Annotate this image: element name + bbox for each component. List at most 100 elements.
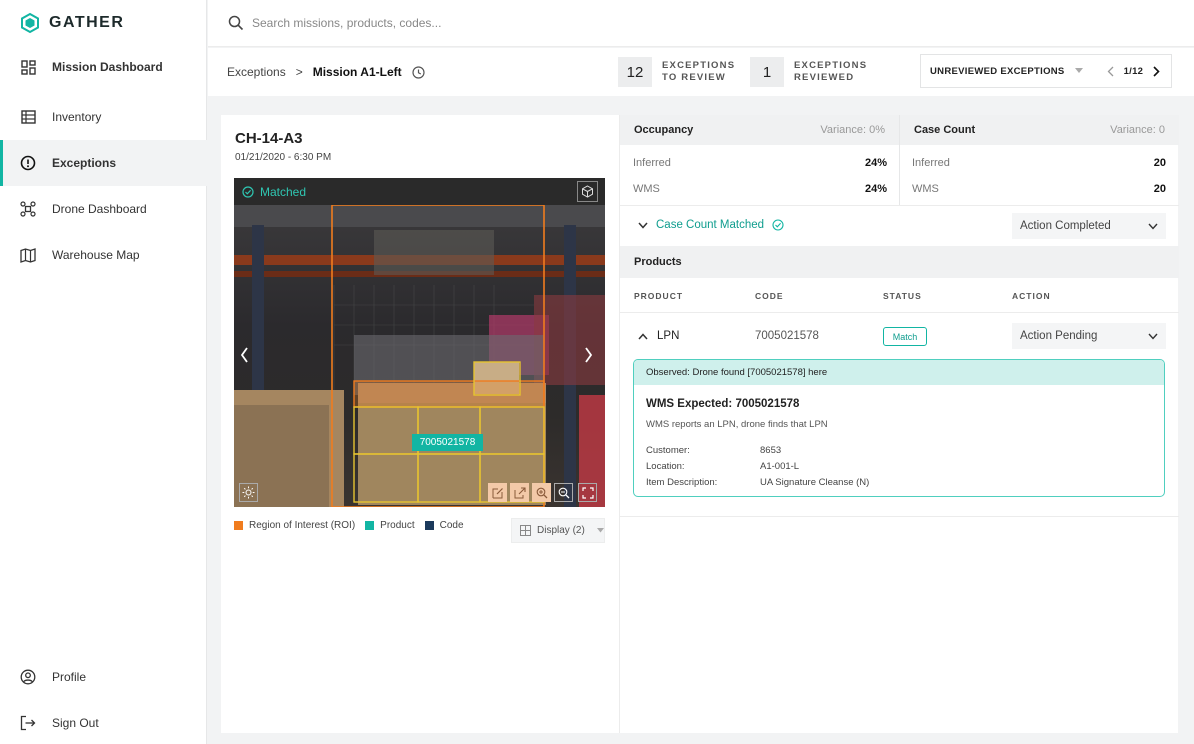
sidebar-item-label: Exceptions [52, 156, 117, 170]
display-dropdown[interactable]: Display (2) [511, 518, 605, 543]
warehouse-photo: 7005021578 [234, 204, 605, 507]
search-input[interactable]: Search missions, products, codes... [252, 16, 441, 30]
zoom-in-icon [536, 487, 547, 498]
caret-down-icon [596, 528, 604, 533]
column-header-product: PRODUCT [634, 291, 684, 301]
case-count-wms-value: 20 [1153, 183, 1166, 195]
occupancy-header: Occupancy Variance: 0% [620, 115, 899, 145]
legend-code: Code [439, 520, 464, 531]
legend-product: Product [380, 520, 415, 531]
case-count-action-select[interactable]: Action Completed [1012, 213, 1166, 239]
check-circle-icon [242, 185, 254, 198]
brand-name: GATHER [49, 14, 125, 31]
photo-scene [234, 204, 605, 507]
case-count-wms-row: WMS 20 [912, 183, 1166, 195]
details-panel: Occupancy Variance: 0% Case Count Varian… [619, 115, 1179, 733]
detail-row-customer: Customer: 8653 [646, 445, 781, 456]
products-header: Products [620, 246, 1179, 278]
detail-value: A1-001-L [760, 461, 800, 472]
case-count-title: Case Count [914, 124, 976, 136]
brightness-icon [242, 486, 255, 499]
caret-down-icon[interactable] [1074, 68, 1083, 74]
location-panel: CH-14-A3 01/21/2020 - 6:30 PM Matched 70… [221, 115, 619, 733]
case-count-inferred-label: Inferred [912, 157, 950, 169]
sidebar-item-inventory[interactable]: Inventory [0, 94, 207, 140]
occupancy-inferred-row: Inferred 24% [633, 157, 887, 169]
sidebar-item-label: Mission Dashboard [52, 60, 163, 74]
logo[interactable]: GATHER [19, 12, 124, 34]
sidebar-item-drone-dashboard[interactable]: Drone Dashboard [0, 186, 207, 232]
clock-icon[interactable] [412, 65, 425, 79]
alert-circle-icon [20, 155, 36, 171]
case-count-action-value: Action Completed [1020, 220, 1111, 232]
wms-expected-title: WMS Expected: 7005021578 [646, 398, 800, 410]
case-count-inferred-value: 20 [1153, 157, 1166, 169]
chevron-right-icon[interactable] [1153, 65, 1160, 77]
filter-dropdown-label[interactable]: UNREVIEWED EXCEPTIONS [930, 66, 1065, 77]
roi-swatch [234, 521, 243, 530]
drone-icon [20, 201, 36, 217]
sidebar-item-profile[interactable]: Profile [0, 654, 207, 700]
sidebar-item-mission-dashboard[interactable]: Mission Dashboard [0, 44, 207, 90]
code-label[interactable]: 7005021578 [412, 434, 483, 451]
sidebar-item-label: Profile [52, 670, 87, 684]
chevron-left-icon[interactable] [1107, 66, 1114, 77]
gather-logo-icon [21, 12, 39, 34]
breadcrumb-parent[interactable]: Exceptions [227, 65, 286, 79]
product-name: LPN [657, 330, 680, 342]
map-icon [20, 247, 36, 263]
product-swatch [365, 521, 375, 530]
product-code: 7005021578 [755, 330, 819, 342]
top-bar: Search missions, products, codes... [208, 0, 1194, 47]
drone-image-viewer[interactable]: Matched 7005021578 [234, 178, 605, 507]
fullscreen-button[interactable] [578, 483, 597, 502]
detail-key: Item Description: [646, 477, 718, 488]
occupancy-wms-label: WMS [633, 183, 660, 195]
column-header-action: ACTION [1012, 291, 1051, 301]
header-bar: Exceptions > Mission A1-Left 12 EXCEPTIO… [208, 48, 1194, 96]
product-cell: LPN [638, 330, 679, 342]
product-action-select[interactable]: Action Pending [1012, 323, 1166, 349]
case-count-status-label: Case Count Matched [656, 219, 765, 231]
wms-expected-subtitle: WMS reports an LPN, drone finds that LPN [646, 419, 828, 430]
breadcrumb: Exceptions > Mission A1-Left [227, 65, 425, 79]
chevron-down-icon [1148, 333, 1158, 340]
zoom-out-icon [558, 487, 569, 498]
detail-key: Location: [646, 461, 685, 472]
case-count-variance: Variance: 0 [1110, 124, 1165, 136]
3d-cube-button[interactable] [577, 181, 598, 202]
chevron-up-icon[interactable] [638, 332, 648, 340]
detail-key: Customer: [646, 445, 690, 456]
user-circle-icon [20, 669, 36, 685]
chevron-down-icon [1148, 223, 1158, 230]
divider [899, 145, 900, 205]
export-button[interactable] [510, 483, 529, 502]
zoom-out-button[interactable] [554, 483, 573, 502]
code-swatch [424, 521, 434, 530]
case-count-inferred-row: Inferred 20 [912, 157, 1166, 169]
exception-detail-card: Observed: Drone found [7005021578] here … [633, 359, 1165, 497]
detail-row-location: Location: A1-001-L [646, 461, 799, 472]
exceptions-reviewed-stat: 1 EXCEPTIONS REVIEWED [750, 57, 867, 87]
occupancy-wms-value: 24% [864, 183, 887, 195]
occupancy-inferred-value: 24% [864, 157, 887, 169]
zoom-in-button[interactable] [532, 483, 551, 502]
case-count-status[interactable]: Case Count Matched [638, 219, 784, 231]
check-circle-icon [772, 219, 784, 231]
legend-roi: Region of Interest (ROI) [249, 520, 356, 531]
edit-annotation-button[interactable] [488, 483, 507, 502]
stat-label-line: EXCEPTIONS [662, 60, 736, 71]
brightness-button[interactable] [239, 483, 258, 502]
divider [620, 205, 1179, 206]
search-bar[interactable]: Search missions, products, codes... [228, 15, 441, 31]
location-datetime: 01/21/2020 - 6:30 PM [235, 152, 332, 163]
sidebar-item-sign-out[interactable]: Sign Out [0, 700, 207, 744]
occupancy-variance: Variance: 0% [820, 124, 885, 136]
sidebar-item-label: Warehouse Map [52, 248, 140, 262]
sidebar-item-exceptions[interactable]: Exceptions [0, 140, 207, 186]
occupancy-inferred-label: Inferred [633, 157, 671, 169]
sign-out-icon [20, 715, 36, 731]
fullscreen-icon [581, 486, 594, 499]
sidebar-item-warehouse-map[interactable]: Warehouse Map [0, 232, 207, 278]
cube-icon [582, 185, 593, 198]
